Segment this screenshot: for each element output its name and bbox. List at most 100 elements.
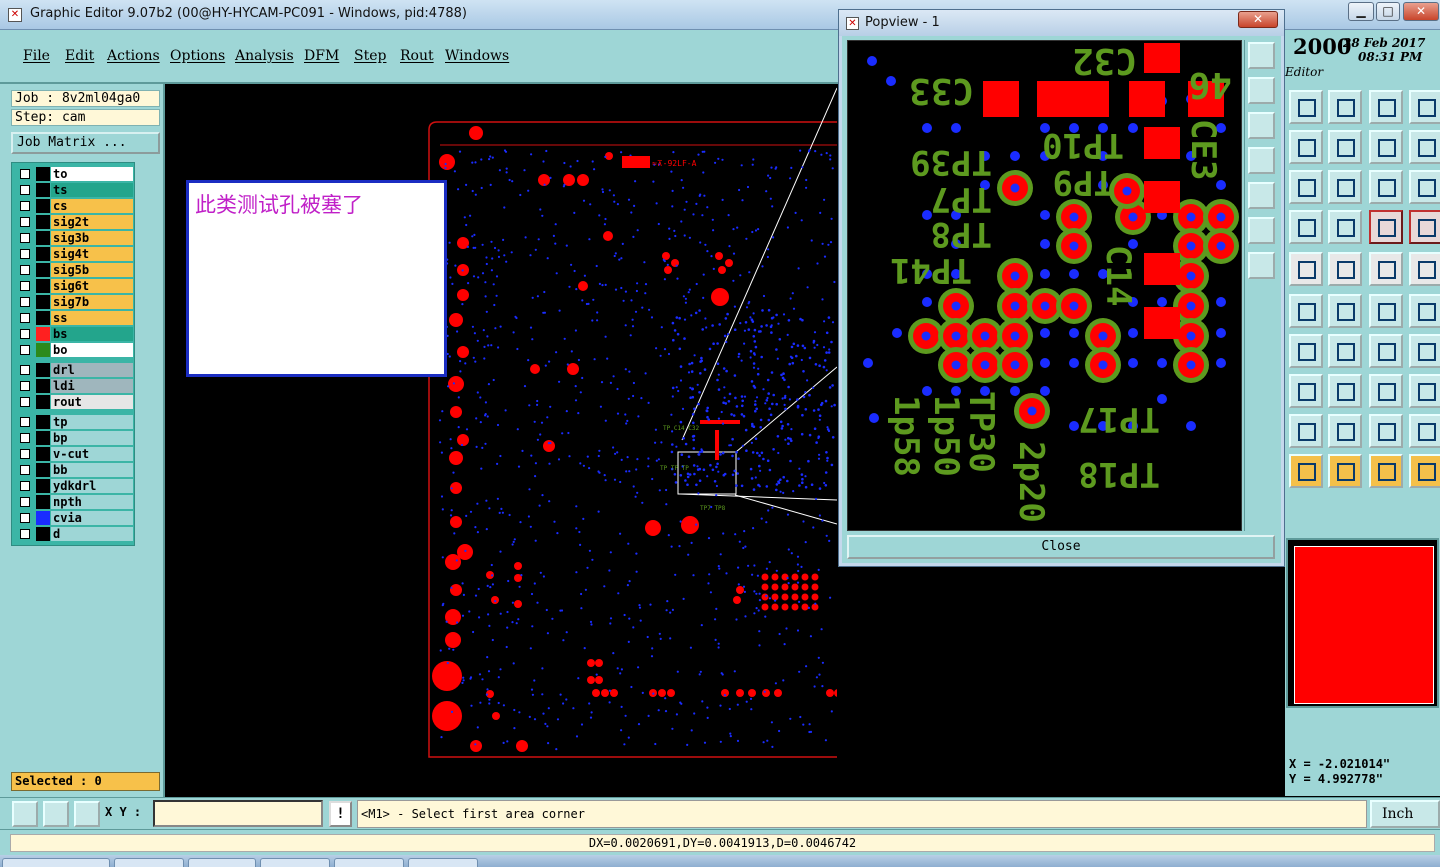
layer-row-ts[interactable]: ts: [15, 182, 134, 198]
pointer-b-icon[interactable]: [1328, 454, 1362, 488]
taskbar-item[interactable]: [114, 858, 184, 867]
region-icon[interactable]: [1328, 252, 1362, 286]
layer-color-swatch[interactable]: [36, 395, 50, 409]
layer-checkbox[interactable]: [20, 185, 30, 195]
measure-c-icon[interactable]: [1409, 414, 1440, 448]
home-view-icon[interactable]: [1369, 90, 1403, 124]
rotate-icon[interactable]: [1369, 334, 1403, 368]
layer-name[interactable]: ts: [51, 183, 133, 197]
layer-row-bp[interactable]: bp: [15, 430, 134, 446]
layer-row-sig4t[interactable]: sig4t: [15, 246, 134, 262]
layer-checkbox[interactable]: [20, 381, 30, 391]
popview-pan-right-icon[interactable]: [1248, 182, 1275, 209]
popview-close-x[interactable]: ✕: [1238, 11, 1278, 28]
layer-row-bb[interactable]: bb: [15, 462, 134, 478]
layer-name[interactable]: npth: [51, 495, 133, 509]
layer-row-bs[interactable]: bs: [15, 326, 134, 342]
menu-edit[interactable]: Edit: [65, 48, 94, 64]
menu-analysis[interactable]: Analysis: [235, 48, 294, 64]
net-alt-icon[interactable]: [1409, 210, 1440, 244]
layer-color-swatch[interactable]: [36, 215, 50, 229]
select-icon[interactable]: [1289, 252, 1323, 286]
layer-name[interactable]: ydkdrl: [51, 479, 133, 493]
line-add-icon[interactable]: [1369, 294, 1403, 328]
layer-row-to[interactable]: to: [15, 166, 134, 182]
ruler-icon[interactable]: [1369, 252, 1403, 286]
layer-row-sig6t[interactable]: sig6t: [15, 278, 134, 294]
menu-options[interactable]: Options: [170, 48, 225, 64]
layer-name[interactable]: v-cut: [51, 447, 133, 461]
net-icon[interactable]: [1369, 210, 1403, 244]
layer-row-ss[interactable]: ss: [15, 310, 134, 326]
layer-color-swatch[interactable]: [36, 495, 50, 509]
layer-color-swatch[interactable]: [36, 479, 50, 493]
layer-checkbox[interactable]: [20, 329, 30, 339]
measure-b-icon[interactable]: [1369, 414, 1403, 448]
xy-input[interactable]: [153, 800, 323, 827]
layer-name[interactable]: bs: [51, 327, 133, 341]
layer-checkbox[interactable]: [20, 313, 30, 323]
layer-row-sig3b[interactable]: sig3b: [15, 230, 134, 246]
pointer-icon[interactable]: [1289, 454, 1323, 488]
layer-checkbox[interactable]: [20, 433, 30, 443]
redo-icon[interactable]: [1328, 130, 1362, 164]
layer-row-bo[interactable]: bo: [15, 342, 134, 358]
taskbar-item[interactable]: [408, 858, 478, 867]
layer-color-swatch[interactable]: [36, 247, 50, 261]
minus-icon[interactable]: [1328, 374, 1362, 408]
layer-color-swatch[interactable]: [36, 511, 50, 525]
popview-canvas[interactable]: 46 C32 C33 TP10 TP39 TP9 TP7 TP8 TP41 CE…: [847, 40, 1242, 531]
scale-icon[interactable]: [1369, 170, 1403, 204]
layer-checkbox[interactable]: [20, 265, 30, 275]
layer-color-swatch[interactable]: [36, 379, 50, 393]
pad-icon[interactable]: [1409, 252, 1440, 286]
layer-color-swatch[interactable]: [36, 447, 50, 461]
layer-checkbox[interactable]: [20, 249, 30, 259]
layer-name[interactable]: d: [51, 527, 133, 541]
measure-icon[interactable]: [43, 801, 69, 827]
layer-color-swatch[interactable]: [36, 527, 50, 541]
popview-redraw-icon[interactable]: [1248, 252, 1275, 279]
popview-zoom-in-icon[interactable]: [1248, 77, 1275, 104]
grid-view-icon[interactable]: [1328, 210, 1362, 244]
layer-checkbox[interactable]: [20, 529, 30, 539]
layer-row-ldi[interactable]: ldi: [15, 378, 134, 394]
job-matrix-button[interactable]: Job Matrix ...: [11, 132, 160, 154]
layer-row-drl[interactable]: drl: [15, 362, 134, 378]
window-icon[interactable]: [1409, 90, 1440, 124]
layer-name[interactable]: ss: [51, 311, 133, 325]
zoom-box-icon[interactable]: [1289, 170, 1323, 204]
layer-checkbox[interactable]: [20, 397, 30, 407]
layer-name[interactable]: drl: [51, 363, 133, 377]
layer-checkbox[interactable]: [20, 513, 30, 523]
menu-step[interactable]: Step: [354, 48, 386, 64]
layer-checkbox[interactable]: [20, 297, 30, 307]
angle-icon[interactable]: [1289, 334, 1323, 368]
taskbar-item[interactable]: [334, 858, 404, 867]
menu-rout[interactable]: Rout: [400, 48, 434, 64]
layer-color-swatch[interactable]: [36, 279, 50, 293]
layer-row-d[interactable]: d: [15, 526, 134, 542]
layer-color-swatch[interactable]: [36, 199, 50, 213]
minimize-button[interactable]: ▁: [1348, 2, 1374, 21]
layer-name[interactable]: rout: [51, 395, 133, 409]
grid-icon[interactable]: [74, 801, 100, 827]
taskbar-item[interactable]: [188, 858, 256, 867]
delete-icon[interactable]: [1328, 294, 1362, 328]
arrow-icon[interactable]: [1328, 334, 1362, 368]
measure-tri-icon[interactable]: [1289, 414, 1323, 448]
layer-checkbox[interactable]: [20, 449, 30, 459]
layer-color-swatch[interactable]: [36, 327, 50, 341]
layer-name[interactable]: sig2t: [51, 215, 133, 229]
box-icon[interactable]: [1369, 374, 1403, 408]
menu-file[interactable]: File: [23, 48, 50, 64]
layer-name[interactable]: ldi: [51, 379, 133, 393]
maximize-button[interactable]: □: [1376, 2, 1400, 21]
layer-row-ydkdrl[interactable]: ydkdrl: [15, 478, 134, 494]
popview-zoom-out-icon[interactable]: [1248, 112, 1275, 139]
layer-row-sig2t[interactable]: sig2t: [15, 214, 134, 230]
warning-icon[interactable]: !: [329, 801, 352, 827]
layer-row-cvia[interactable]: cvia: [15, 510, 134, 526]
layer-name[interactable]: bp: [51, 431, 133, 445]
layer-color-swatch[interactable]: [36, 231, 50, 245]
